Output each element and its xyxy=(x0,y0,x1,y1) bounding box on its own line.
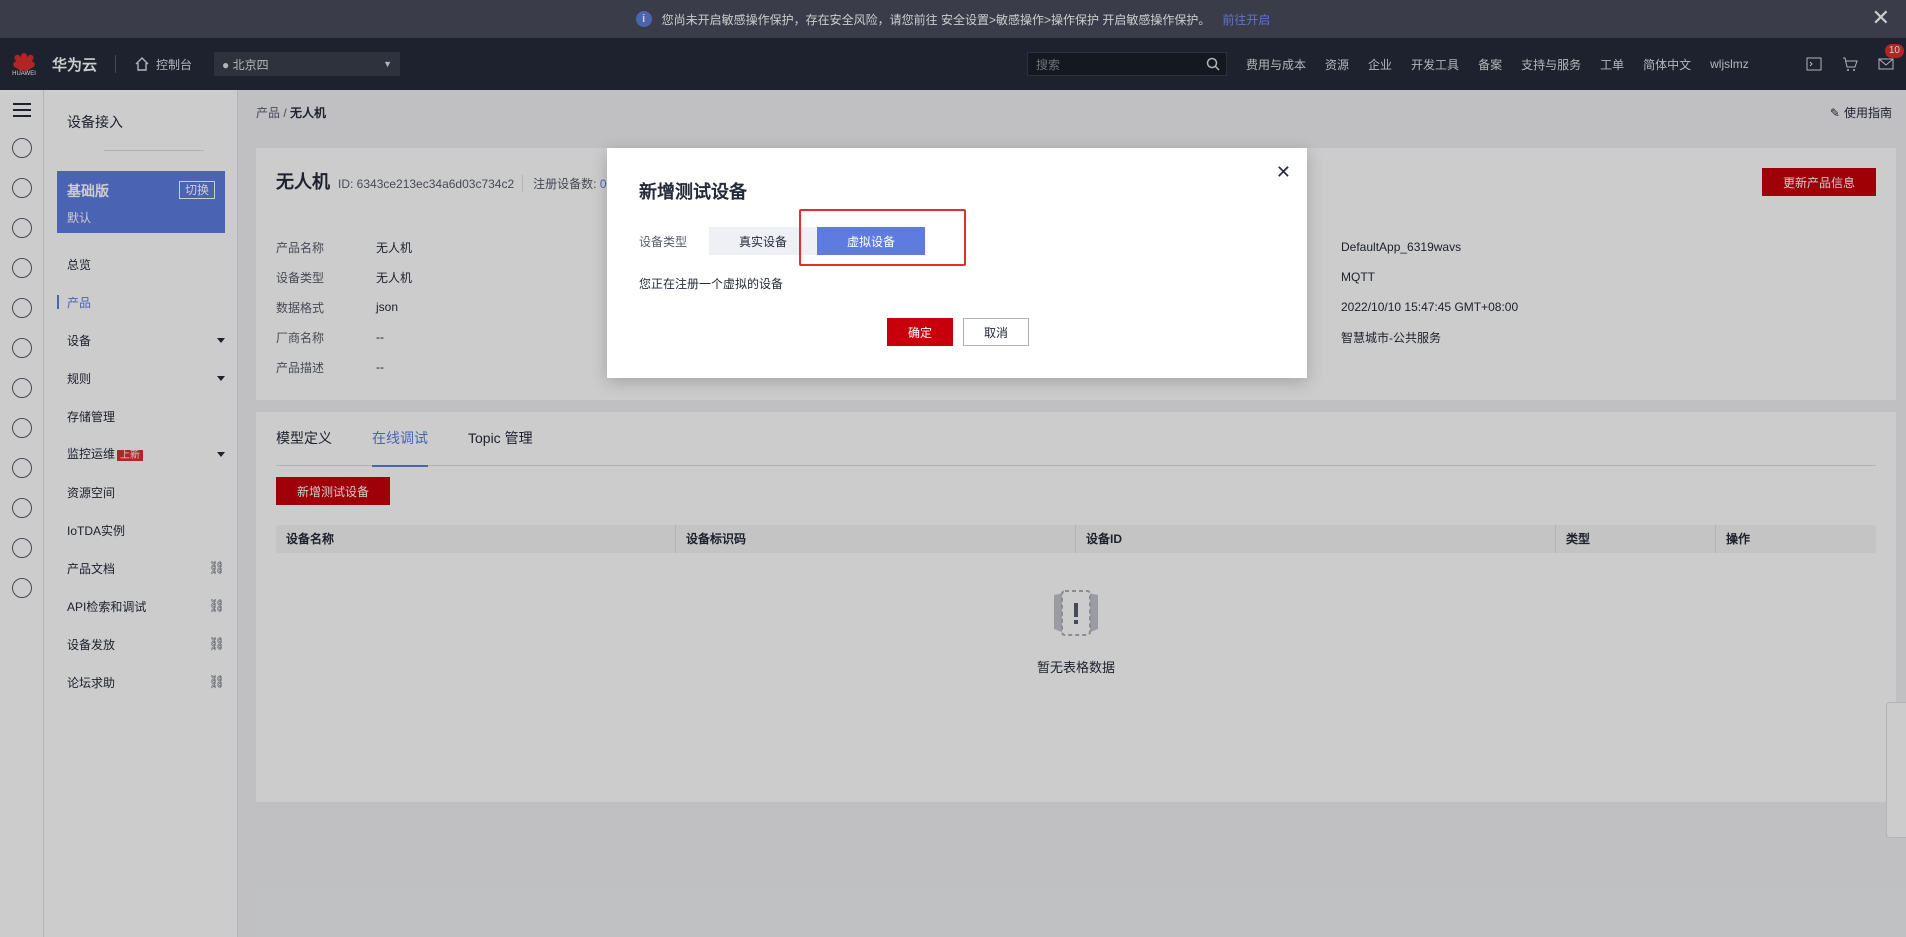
dialog-title: 新增测试设备 xyxy=(639,182,747,202)
highlight-box xyxy=(799,209,966,266)
modal-overlay xyxy=(0,0,1906,937)
device-type-label: 设备类型 xyxy=(639,234,688,249)
close-icon[interactable]: ✕ xyxy=(1276,162,1291,183)
confirm-button[interactable]: 确定 xyxy=(887,318,953,346)
cancel-button[interactable]: 取消 xyxy=(963,318,1029,346)
dialog-actions: 确定 取消 xyxy=(887,318,1029,346)
dialog-message: 您正在注册一个虚拟的设备 xyxy=(639,277,784,291)
